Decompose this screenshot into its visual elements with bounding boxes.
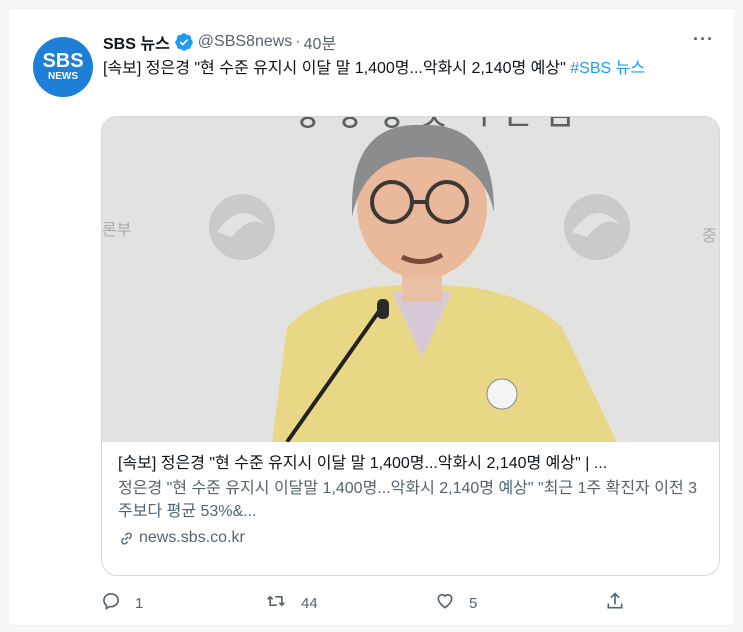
reply-button[interactable]: 1 bbox=[101, 591, 143, 615]
separator-dot: · bbox=[295, 33, 301, 50]
author-name[interactable]: SBS 뉴스 bbox=[103, 30, 170, 54]
svg-text:론부: 론부 bbox=[102, 220, 131, 239]
heart-icon bbox=[435, 591, 469, 615]
retweet-button[interactable]: 44 bbox=[265, 591, 318, 615]
card-domain[interactable]: news.sbs.co.kr bbox=[118, 529, 705, 547]
verified-badge-icon bbox=[174, 32, 194, 52]
avatar-logo-subtext: NEWS bbox=[48, 71, 78, 82]
briefing-photo: ㅎ ㅎ ㅎ ㅅ ㄱ ㄴ ㅂ 론부 중 bbox=[102, 117, 719, 444]
reply-icon bbox=[101, 591, 135, 615]
author-handle[interactable]: @SBS8news bbox=[198, 33, 293, 51]
card-description: 정은경 "현 수준 유지시 이달말 1,400명...악화시 2,140명 예상… bbox=[118, 480, 698, 520]
link-icon bbox=[118, 530, 135, 547]
avatar-logo-text: SBS bbox=[42, 50, 84, 72]
card-title[interactable]: [속보] 정은경 "현 수준 유지시 이달 말 1,400명...악화시 2,1… bbox=[118, 453, 705, 475]
retweet-count: 44 bbox=[301, 594, 318, 612]
tweet-text-body: [속보] 정은경 "현 수준 유지시 이달 말 1,400명...악화시 2,1… bbox=[103, 60, 571, 77]
tweet-timestamp[interactable]: 40분 bbox=[304, 30, 337, 54]
tweet-text: [속보] 정은경 "현 수준 유지시 이달 말 1,400명...악화시 2,1… bbox=[103, 57, 703, 80]
retweet-icon bbox=[265, 591, 301, 615]
tweet-actions: 1 44 5 bbox=[101, 591, 631, 615]
more-options-icon[interactable]: ··· bbox=[693, 29, 714, 50]
card-domain-text: news.sbs.co.kr bbox=[139, 529, 245, 546]
avatar[interactable]: SBS NEWS bbox=[33, 37, 93, 97]
tweet-card[interactable]: SBS NEWS SBS 뉴스 @SBS8news · 40분 ··· [속보]… bbox=[8, 8, 735, 626]
like-count: 5 bbox=[469, 594, 478, 612]
share-icon bbox=[605, 591, 639, 615]
like-button[interactable]: 5 bbox=[435, 591, 477, 615]
hashtag-link[interactable]: #SBS 뉴스 bbox=[570, 60, 645, 77]
share-button[interactable] bbox=[605, 591, 639, 615]
card-body: [속보] 정은경 "현 수준 유지시 이달 말 1,400명...악화시 2,1… bbox=[118, 453, 705, 547]
tweet-header: SBS 뉴스 @SBS8news · 40분 ··· bbox=[103, 29, 720, 55]
svg-text:중: 중 bbox=[702, 226, 717, 245]
card-image: ㅎ ㅎ ㅎ ㅅ ㄱ ㄴ ㅂ 론부 중 bbox=[102, 117, 719, 444]
link-preview-card[interactable]: ㅎ ㅎ ㅎ ㅅ ㄱ ㄴ ㅂ 론부 중 bbox=[101, 116, 720, 576]
reply-count: 1 bbox=[135, 594, 144, 612]
